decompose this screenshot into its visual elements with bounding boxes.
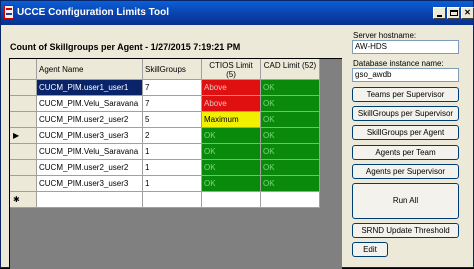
agents-per-supervisor-button[interactable]: Agents per Supervisor	[352, 164, 459, 179]
ctios-status-cell[interactable]: Maximum	[202, 112, 261, 128]
agent-name-cell[interactable]: CUCM_PIM.user1_user1	[37, 80, 143, 96]
cad-status-cell[interactable]: OK	[261, 128, 320, 144]
ctios-status-cell[interactable]: Above	[202, 96, 261, 112]
row-header[interactable]	[10, 160, 37, 176]
agent-name-cell[interactable]: CUCM_PIM.Velu_Saravana	[37, 144, 143, 160]
skillgroups-count-cell[interactable]: 1	[143, 160, 202, 176]
window-title: UCCE Configuration Limits Tool	[17, 7, 170, 18]
maximize-icon	[450, 10, 458, 16]
new-row-indicator[interactable]: ✱	[10, 192, 37, 208]
skillgroups-count-cell[interactable]: 1	[143, 176, 202, 192]
run-all-button[interactable]: Run All	[352, 183, 459, 219]
srnd-update-threshold-button[interactable]: SRND Update Threshold	[352, 223, 459, 238]
cad-status-cell[interactable]: OK	[261, 96, 320, 112]
edit-button[interactable]: Edit	[352, 242, 388, 257]
agent-name-cell[interactable]: CUCM_PIM.user2_user2	[37, 112, 143, 128]
row-header[interactable]	[10, 144, 37, 160]
title-bar[interactable]: UCCE Configuration Limits Tool ✕	[1, 1, 474, 25]
row-header[interactable]	[10, 80, 37, 96]
skillgroups-count-cell[interactable]: 2	[143, 128, 202, 144]
close-icon: ✕	[464, 8, 471, 17]
agent-name-cell[interactable]: CUCM_PIM.user2_user2	[37, 160, 143, 176]
row-header[interactable]	[10, 112, 37, 128]
ctios-status-cell[interactable]: OK	[202, 176, 261, 192]
column-header-ctios-limit[interactable]: CTIOS Limit (5)	[202, 59, 261, 80]
cad-status-cell[interactable]: OK	[261, 112, 320, 128]
column-header-cad-limit[interactable]: CAD Limit (52)	[261, 59, 320, 80]
agents-per-team-button[interactable]: Agents per Team	[352, 145, 459, 160]
minimize-icon	[437, 15, 442, 17]
row-header[interactable]: ▶	[10, 128, 37, 144]
skillgroups-per-agent-button[interactable]: SkillGroups per Agent	[352, 125, 459, 140]
database-instance-label: Database instance name:	[353, 59, 444, 68]
server-hostname-input[interactable]: AW-HDS	[352, 40, 459, 54]
app-icon	[4, 5, 14, 19]
cad-status-cell[interactable]: OK	[261, 176, 320, 192]
grid-corner	[10, 59, 37, 80]
agent-name-cell[interactable]: CUCM_PIM.user3_user3	[37, 128, 143, 144]
report-heading: Count of Skillgroups per Agent - 1/27/20…	[10, 42, 241, 52]
row-header[interactable]	[10, 176, 37, 192]
minimize-button[interactable]	[433, 7, 446, 19]
new-row-cell[interactable]	[37, 192, 143, 208]
skillgroups-count-cell[interactable]: 7	[143, 80, 202, 96]
agent-name-cell[interactable]: CUCM_PIM.user3_user3	[37, 176, 143, 192]
new-row-cell[interactable]	[143, 192, 202, 208]
server-hostname-label: Server hostname:	[353, 31, 417, 40]
ctios-status-cell[interactable]: OK	[202, 160, 261, 176]
cad-status-cell[interactable]: OK	[261, 144, 320, 160]
cad-status-cell[interactable]: OK	[261, 80, 320, 96]
ctios-status-cell[interactable]: Above	[202, 80, 261, 96]
new-row-cell[interactable]	[202, 192, 261, 208]
ctios-status-cell[interactable]: OK	[202, 128, 261, 144]
skillgroups-count-cell[interactable]: 1	[143, 144, 202, 160]
skillgroups-per-supervisor-button[interactable]: SkillGroups per Supervisor	[352, 106, 459, 121]
new-row-cell[interactable]	[261, 192, 320, 208]
ctios-status-cell[interactable]: OK	[202, 144, 261, 160]
column-header-skillgroups[interactable]: SkillGroups	[143, 59, 202, 80]
skillgroups-count-cell[interactable]: 7	[143, 96, 202, 112]
database-instance-input[interactable]: gso_awdb	[352, 68, 459, 82]
cad-status-cell[interactable]: OK	[261, 160, 320, 176]
teams-per-supervisor-button[interactable]: Teams per Supervisor	[352, 87, 459, 102]
agent-name-cell[interactable]: CUCM_PIM.Velu_Saravana	[37, 96, 143, 112]
column-header-agent-name[interactable]: Agent Name	[37, 59, 143, 80]
close-button[interactable]: ✕	[461, 7, 474, 19]
results-grid[interactable]: Agent Name SkillGroups CTIOS Limit (5) C…	[9, 58, 342, 269]
app-window: UCCE Configuration Limits Tool ✕ Count o…	[0, 0, 474, 269]
maximize-button[interactable]	[447, 7, 460, 19]
row-header[interactable]	[10, 96, 37, 112]
skillgroups-count-cell[interactable]: 5	[143, 112, 202, 128]
